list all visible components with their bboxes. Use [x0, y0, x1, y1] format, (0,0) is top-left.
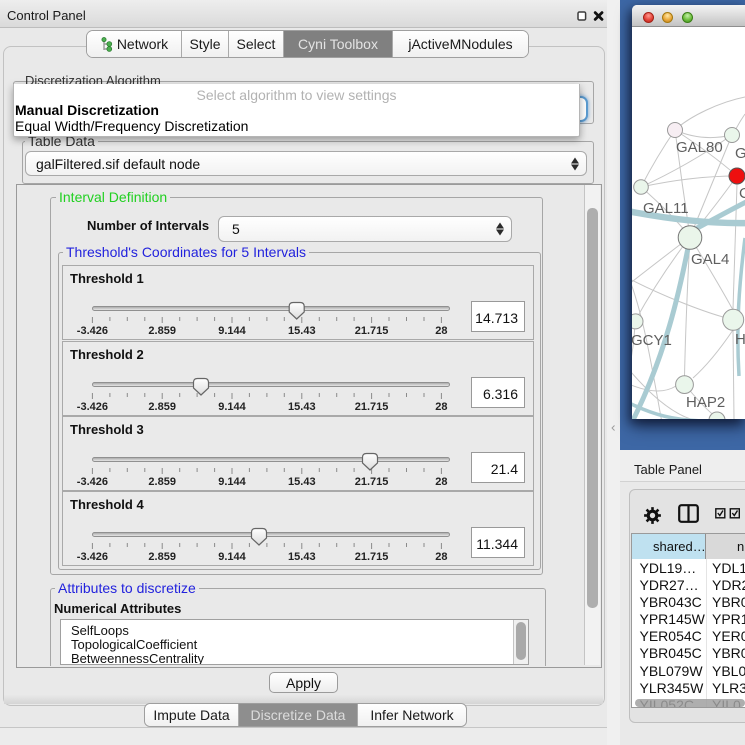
- svg-text:GCY1: GCY1: [632, 332, 672, 349]
- svg-text:GAL80: GAL80: [676, 139, 723, 156]
- svg-text:HAP2: HAP2: [686, 394, 725, 411]
- svg-text:GAL4: GAL4: [691, 251, 729, 268]
- svg-text:H: H: [735, 331, 745, 348]
- svg-text:GAL11: GAL11: [643, 200, 689, 217]
- svg-text:C: C: [739, 185, 745, 202]
- svg-text:GA: GA: [735, 145, 745, 162]
